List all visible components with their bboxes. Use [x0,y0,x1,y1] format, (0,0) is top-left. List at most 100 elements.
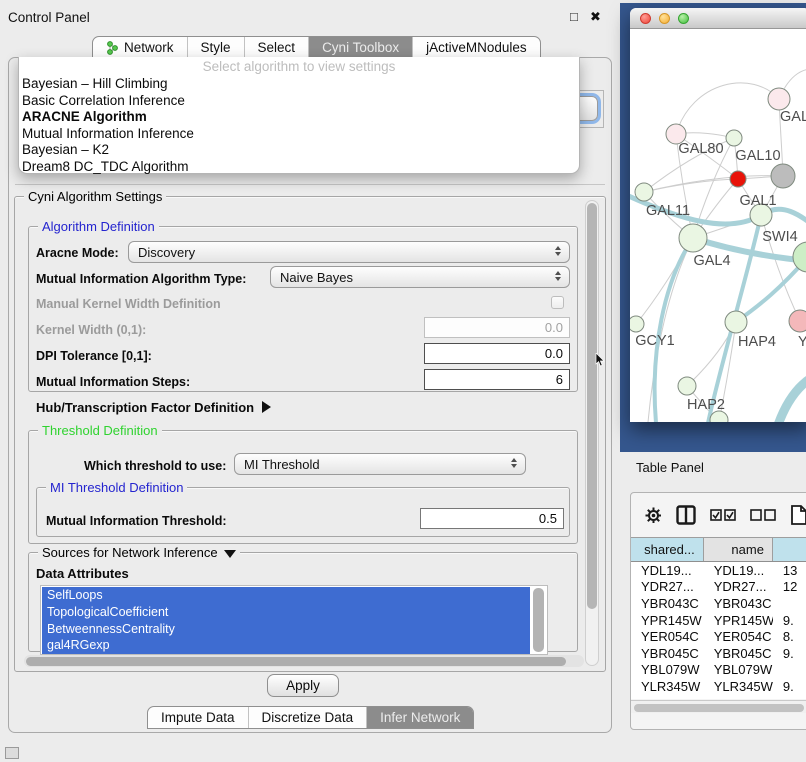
network-node[interactable] [630,316,644,332]
network-node-label: SWI4 [762,229,797,245]
mi-steps-input[interactable]: 6 [424,369,570,390]
tab-jactivemnodules[interactable]: jActiveMNodules [413,37,540,58]
table-row[interactable]: YLR345WYLR345W9. [631,678,806,695]
cyni-bottom-tabbar: Impute DataDiscretize DataInfer Network [147,706,474,729]
data-attribute-item[interactable]: TopologicalCoefficient [42,604,530,621]
table-row[interactable]: YIL052CYIL052C9. [631,695,806,699]
hub-definition-toggle[interactable]: Hub/Transcription Factor Definition [36,400,271,415]
manual-kernel-width-label: Manual Kernel Width Definition [36,297,221,311]
algorithm-dropdown-placeholder: Select algorithm to view settings [19,59,579,76]
network-node-label: GCY1 [635,333,675,349]
network-node-label: Y [798,334,806,350]
column-view-icon[interactable] [676,505,696,525]
tab-network[interactable]: Network [93,37,188,58]
network-node[interactable] [793,242,806,272]
aracne-mode-select[interactable]: Discovery [128,241,570,263]
table-column-header[interactable]: name [704,538,773,561]
dock-icon[interactable] [5,747,19,759]
tab-impute-data[interactable]: Impute Data [148,707,249,728]
tab-infer-network[interactable]: Infer Network [367,707,473,728]
file-icon[interactable] [790,505,806,525]
network-node-label: GAL [780,109,806,125]
control-panel-tabbar: NetworkStyleSelectCyni ToolboxjActiveMNo… [92,36,541,59]
zoom-traffic-icon[interactable] [678,13,689,24]
combo-arrows-icon [555,271,561,281]
table-hscrollbar-track[interactable] [631,700,806,713]
algorithm-option[interactable]: Mutual Information Inference [19,126,579,143]
algorithm-option[interactable]: Bayesian – K2 [19,142,579,159]
table-row[interactable]: YBL079WYBL079W [631,662,806,679]
table-header-row: shared...name [631,537,806,562]
network-edge [676,83,779,134]
tab-style[interactable]: Style [188,37,245,58]
close-traffic-icon[interactable] [640,13,651,24]
settings-scrollbar-thumb[interactable] [587,203,597,609]
manual-kernel-width-checkbox[interactable] [551,296,564,309]
tab-discretize-data[interactable]: Discretize Data [249,707,368,728]
data-attribute-item[interactable]: BetweennessCentrality [42,621,530,638]
combo-arrows-icon [511,458,517,468]
network-canvas[interactable]: GALGAL80GAL10GAL1GAL11SWI4GAL4GCY1HAP4YH… [630,29,806,422]
which-threshold-select[interactable]: MI Threshold [234,453,526,475]
table-row[interactable]: YBR043CYBR043C [631,595,806,612]
close-panel-icon[interactable]: ✖ [590,9,601,25]
tab-select[interactable]: Select [245,37,310,58]
network-node[interactable] [635,183,653,201]
float-window-icon[interactable]: □ [570,9,578,24]
algorithm-option[interactable]: Bayesian – Hill Climbing [19,76,579,93]
algorithm-option[interactable]: Dream8 DC_TDC Algorithm [19,159,579,176]
network-node[interactable] [771,164,795,188]
network-node-label: GAL1 [739,193,776,209]
data-attribute-item[interactable]: gal4RGexp [42,637,530,654]
table-toolbar [631,493,806,537]
unchecked-columns-icon[interactable] [750,509,776,522]
network-node[interactable] [730,171,746,187]
apply-button[interactable]: Apply [267,674,339,697]
kernel-width-input[interactable]: 0.0 [424,317,570,338]
table-column-header[interactable] [773,538,806,561]
combo-arrows-icon [555,246,561,256]
settings-group-title: Cyni Algorithm Settings [24,189,166,204]
mi-algorithm-type-select[interactable]: Naive Bayes [270,266,570,288]
table-row[interactable]: YBR045CYBR045C9. [631,645,806,662]
gear-icon[interactable] [645,507,662,524]
minimize-traffic-icon[interactable] [659,13,670,24]
dpi-tolerance-input[interactable]: 0.0 [424,343,570,364]
network-node-label: HAP2 [687,397,725,413]
table-row[interactable]: YDL19...YDL19...13 [631,562,806,579]
mi-threshold-group-title: MI Threshold Definition [46,480,187,495]
network-node-label: GAL80 [678,141,723,157]
data-attributes-list[interactable]: SelfLoopsTopologicalCoefficientBetweenne… [40,585,548,655]
table-row[interactable]: YER054CYER054C8. [631,628,806,645]
network-node[interactable] [679,224,707,252]
network-node[interactable] [678,377,696,395]
data-attribute-item[interactable]: SelfLoops [42,587,530,604]
data-attributes-label: Data Attributes [36,566,129,581]
tab-cyni-toolbox[interactable]: Cyni Toolbox [309,37,413,58]
settings-hscrollbar-thumb[interactable] [26,657,566,666]
table-rows: YDL19...YDL19...13YDR27...YDR27...12YBR0… [631,562,806,699]
checked-columns-icon[interactable] [710,509,736,522]
kernel-width-label: Kernel Width (0,1): [36,323,146,337]
network-node[interactable] [768,88,790,110]
network-node[interactable] [726,130,742,146]
table-column-header[interactable]: shared... [631,538,704,561]
mi-algorithm-type-label: Mutual Information Algorithm Type: [36,272,246,286]
table-hscrollbar-thumb[interactable] [634,704,804,712]
table-row[interactable]: YPR145WYPR145W9. [631,612,806,629]
aracne-mode-label: Aracne Mode: [36,246,119,260]
network-view-window[interactable]: GALGAL80GAL10GAL1GAL11SWI4GAL4GCY1HAP4YH… [630,8,806,422]
network-node-label: GAL10 [735,148,780,164]
background-divider [15,184,605,185]
mi-threshold-input[interactable]: 0.5 [420,508,564,529]
table-row[interactable]: YDR27...YDR27...12 [631,579,806,596]
network-node[interactable] [725,311,747,333]
algorithm-option[interactable]: Basic Correlation Inference [19,93,579,110]
attr-items: SelfLoopsTopologicalCoefficientBetweenne… [42,587,530,654]
network-window-titlebar[interactable] [630,8,806,29]
attributes-scrollbar[interactable] [533,588,544,652]
which-threshold-label: Which threshold to use: [84,459,226,473]
algorithm-option[interactable]: ARACNE Algorithm [19,109,579,126]
sources-group-title[interactable]: Sources for Network Inference [38,545,240,560]
network-node[interactable] [789,310,806,332]
